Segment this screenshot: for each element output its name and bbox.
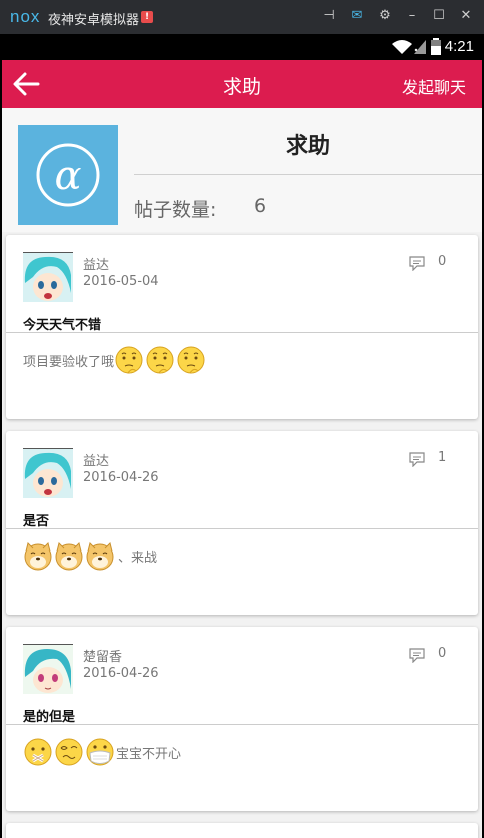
emulator-alert-badge[interactable]: !	[141, 11, 153, 23]
maximize-icon[interactable]: ☐	[430, 8, 448, 23]
emulator-title-bar: nox 夜神安卓模拟器 ! ⊣ ✉ ⚙ – ☐ ✕	[0, 0, 484, 34]
wifi-icon	[392, 40, 412, 54]
post-body-text: 、来战	[118, 550, 158, 566]
post-body-text: 宝宝不开心	[116, 746, 182, 762]
forum-icon-tile: α	[18, 125, 118, 225]
post-title[interactable]: 是的但是	[23, 706, 75, 725]
thinking-face-icon	[146, 346, 174, 374]
comment-icon	[409, 648, 425, 663]
mask-face-icon	[86, 738, 114, 766]
gear-icon[interactable]: ⚙	[376, 8, 394, 23]
divider	[6, 332, 478, 333]
mail-icon[interactable]: ✉	[348, 8, 366, 23]
post-date: 2016-04-26	[83, 666, 159, 681]
forum-name: 求助	[285, 134, 330, 159]
post-author[interactable]: 益达	[83, 254, 109, 273]
pin-icon[interactable]: ⊣	[320, 8, 338, 23]
post-card[interactable]: 益达 2016-05-04 0 今天天气不错 项目要验收了哦	[6, 235, 478, 419]
thinking-face-icon	[115, 346, 143, 374]
post-date: 2016-05-04	[83, 274, 159, 289]
post-card[interactable]: 楚留香 2016-04-26 0 是的但是 宝宝不开心	[6, 627, 478, 811]
avatar[interactable]	[23, 252, 73, 302]
post-title[interactable]: 是否	[23, 510, 49, 529]
post-author[interactable]: 楚留香	[83, 646, 122, 665]
status-time: 4:21	[444, 38, 474, 55]
divider	[6, 528, 478, 529]
comment-icon	[409, 256, 425, 271]
thinking-face-icon	[177, 346, 205, 374]
at-sign-icon: α	[36, 143, 100, 207]
comment-icon	[409, 452, 425, 467]
doge-icon	[24, 542, 52, 571]
post-count-label: 帖子数量:	[134, 199, 217, 221]
close-icon[interactable]: ✕	[457, 8, 475, 23]
post-body: 宝宝不开心	[23, 735, 181, 769]
comment-count: 0	[438, 254, 447, 269]
doge-icon	[86, 542, 114, 571]
minimize-icon[interactable]: –	[403, 8, 421, 23]
signal-icon	[414, 40, 426, 54]
comment-count: 1	[438, 450, 447, 465]
battery-icon	[431, 38, 441, 55]
app-bar: 求助 发起聊天	[2, 60, 482, 108]
post-title[interactable]: 今天天气不错	[23, 314, 101, 333]
post-body: 项目要验收了哦	[23, 343, 207, 377]
post-date: 2016-04-26	[83, 470, 159, 485]
app-screen: 求助 发起聊天 α 求助 帖子数量: 6 益达 2016-05-04 0 今天天…	[2, 60, 482, 838]
post-author[interactable]: 益达	[83, 450, 109, 469]
avatar[interactable]	[23, 448, 73, 498]
divider	[134, 174, 482, 175]
emulator-logo: nox	[10, 7, 41, 26]
doge-icon	[55, 542, 83, 571]
forum-header: α 求助 帖子数量: 6	[2, 108, 482, 232]
android-status-bar: 4:21	[2, 34, 482, 60]
comment-count: 0	[438, 646, 447, 661]
post-card[interactable]: 益达 2016-04-26 1 是否 、来战	[6, 431, 478, 615]
dizzy-face-icon	[55, 738, 83, 766]
avatar[interactable]	[23, 644, 73, 694]
post-count-value: 6	[254, 195, 267, 217]
svg-text:α: α	[54, 153, 81, 199]
post-card[interactable]	[6, 823, 478, 838]
start-chat-button[interactable]: 发起聊天	[402, 74, 466, 98]
emulator-title: 夜神安卓模拟器	[48, 13, 140, 28]
post-body: 、来战	[23, 539, 157, 573]
post-body-text: 项目要验收了哦	[23, 354, 115, 370]
divider	[6, 724, 478, 725]
sealed-lips-face-icon	[24, 738, 52, 766]
